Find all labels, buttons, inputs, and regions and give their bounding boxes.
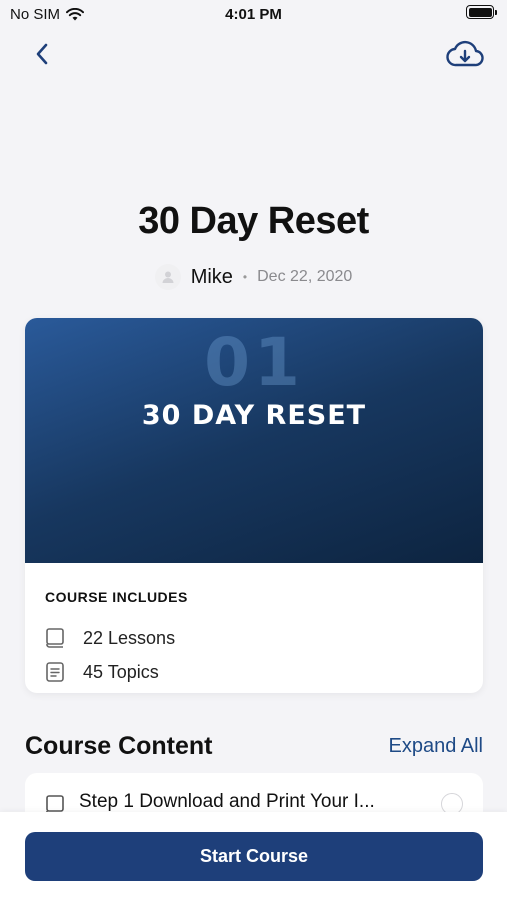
status-time: 4:01 PM	[225, 6, 282, 23]
includes-heading: COURSE INCLUDES	[45, 589, 188, 605]
course-banner: 01 30 DAY RESET	[25, 318, 483, 563]
publish-date: Dec 22, 2020	[257, 268, 353, 285]
lesson-title: Step 1 Download and Print Your I...	[79, 791, 375, 812]
course-content-header: Course Content Expand All	[25, 732, 483, 761]
course-card: 01 30 DAY RESET COURSE INCLUDES 22 Lesso…	[25, 318, 483, 693]
start-course-button[interactable]: Start Course	[25, 832, 483, 881]
course-meta: Mike • Dec 22, 2020	[0, 264, 507, 290]
user-icon	[162, 271, 174, 283]
avatar[interactable]	[154, 264, 181, 290]
lessons-count: 22 Lessons	[83, 627, 176, 648]
document-icon	[46, 662, 64, 682]
includes-item-lessons: 22 Lessons	[45, 621, 463, 655]
battery-icon	[466, 5, 497, 19]
expand-all-link[interactable]: Expand All	[388, 735, 483, 758]
chevron-left-icon	[36, 43, 48, 65]
author-name[interactable]: Mike	[191, 266, 233, 289]
status-bar: No SIM 4:01 PM	[0, 0, 507, 30]
meta-separator: •	[242, 270, 248, 284]
topics-count: 45 Topics	[83, 661, 159, 682]
download-button[interactable]	[443, 34, 487, 74]
cloud-download-icon	[446, 40, 484, 67]
banner-number: 01	[204, 324, 304, 401]
banner-title: 30 DAY RESET	[141, 400, 367, 431]
bottom-bar: Start Course	[0, 812, 507, 900]
back-button[interactable]	[22, 34, 62, 74]
section-title: Course Content	[25, 732, 213, 760]
book-icon	[46, 628, 64, 648]
course-includes: COURSE INCLUDES 22 Lessons 45 Topics	[25, 563, 483, 689]
includes-item-topics: 45 Topics	[45, 655, 463, 689]
page-title: 30 Day Reset	[138, 200, 369, 242]
